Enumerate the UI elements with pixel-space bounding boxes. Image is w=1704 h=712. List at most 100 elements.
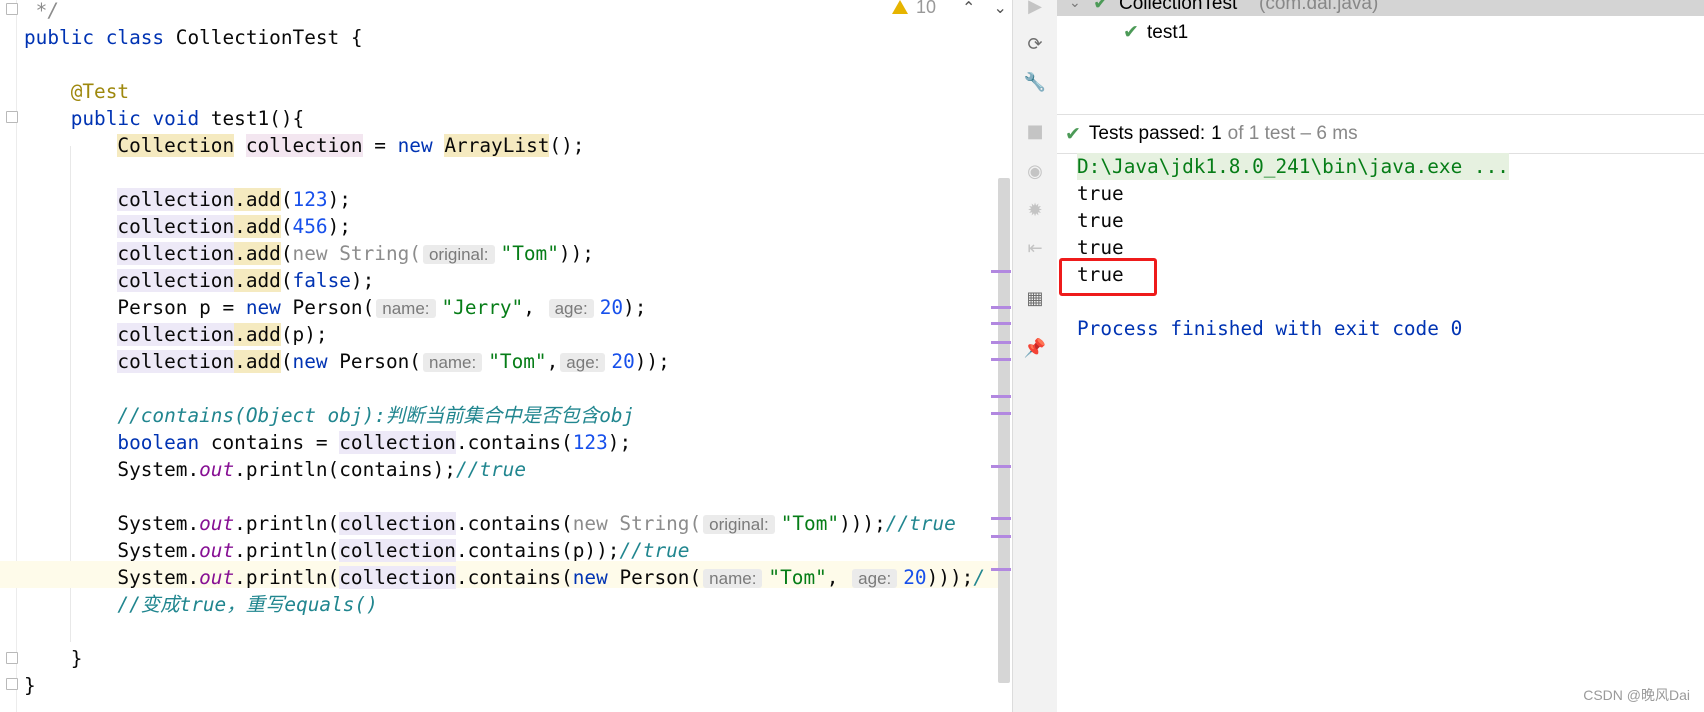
error-stripe-marker[interactable] xyxy=(991,517,1011,520)
code-line[interactable]: } xyxy=(24,672,36,699)
code-line[interactable]: Collection collection = new ArrayList(); xyxy=(24,132,584,159)
fold-marker[interactable] xyxy=(6,652,18,664)
code-token: new String( xyxy=(572,512,702,535)
check-icon: ✔ xyxy=(1123,21,1139,43)
code-line[interactable]: collection.add(false); xyxy=(24,267,374,294)
console-output-line: true xyxy=(1077,209,1124,232)
inspection-widget[interactable]: 10 ⌃ ⌄ xyxy=(892,0,1007,18)
code-line[interactable]: collection.add(new String(original: "Tom"… xyxy=(24,240,594,267)
fold-marker[interactable] xyxy=(6,3,18,15)
code-token: Person( xyxy=(607,566,702,589)
code-token: class xyxy=(105,26,165,49)
test-tree-root-row[interactable]: ⌄ ✔ CollectionTest (com.dai.java) xyxy=(1057,0,1704,16)
camera-icon[interactable]: ◉ xyxy=(1025,161,1045,182)
code-token: new xyxy=(245,296,281,319)
error-stripe-marker[interactable] xyxy=(991,306,1011,309)
rerun-icon[interactable]: ▶ xyxy=(1025,0,1045,17)
code-token: = xyxy=(362,134,398,157)
code-token: ( xyxy=(280,350,293,373)
code-token: "Tom" xyxy=(780,512,840,535)
test-status-bar: ✔ Tests passed: 1 of 1 test – 6 ms xyxy=(1057,114,1704,154)
code-token: //true xyxy=(619,539,690,562)
console-output[interactable]: D:\Java\jdk1.8.0_241\bin\java.exe ... tr… xyxy=(1057,153,1704,712)
code-line[interactable]: //contains(Object obj):判断当前集合中是否包含obj xyxy=(24,402,634,429)
code-token: 20 xyxy=(903,566,927,589)
settings-wrench-icon[interactable]: 🔧 xyxy=(1024,72,1046,93)
parameter-hint: name: xyxy=(376,299,436,318)
code-token: public xyxy=(70,107,141,130)
code-token: , xyxy=(546,350,559,373)
code-line[interactable]: System.out.println(collection.contains(p… xyxy=(24,537,689,564)
code-token: ); xyxy=(623,296,647,319)
code-token: //contains(Object obj):判断当前集合中是否包含obj xyxy=(117,404,635,427)
stop-icon[interactable]: ■ xyxy=(1025,121,1045,142)
error-stripe-marker[interactable] xyxy=(991,358,1011,361)
code-line[interactable]: Person p = new Person(name: "Jerry", age:… xyxy=(24,294,646,321)
code-token: .add xyxy=(234,350,281,373)
chevron-down-icon[interactable]: ⌄ xyxy=(993,0,1006,17)
code-token: boolean xyxy=(117,431,200,454)
check-icon: ✔ xyxy=(1093,0,1109,14)
code-line[interactable]: System.out.println(contains);//true xyxy=(24,456,526,483)
error-stripe-marker[interactable] xyxy=(991,412,1011,415)
fold-marker[interactable] xyxy=(6,111,18,123)
editor-scrollbar[interactable] xyxy=(998,178,1010,683)
code-token: 456 xyxy=(292,215,328,238)
status-count: 1 xyxy=(1211,123,1222,144)
code-line[interactable]: System.out.println(collection.contains(n… xyxy=(24,510,956,537)
code-token: new xyxy=(397,134,433,157)
code-line[interactable]: System.out.println(collection.contains(n… xyxy=(24,564,985,591)
code-token: collection xyxy=(339,431,456,454)
code-token: , xyxy=(523,296,547,319)
code-editor[interactable]: */public class CollectionTest { @Test pu… xyxy=(0,0,1012,712)
code-line[interactable]: collection.add(123); xyxy=(24,186,351,213)
fold-marker[interactable] xyxy=(6,678,18,690)
chevron-down-icon[interactable]: ⌄ xyxy=(1069,0,1081,11)
code-line[interactable]: } xyxy=(24,645,83,672)
code-token: ArrayList xyxy=(444,134,550,157)
console-command-line[interactable]: D:\Java\jdk1.8.0_241\bin\java.exe ... xyxy=(1077,153,1509,180)
code-token: ( xyxy=(280,242,293,265)
code-token: @Test xyxy=(70,80,130,103)
code-token: out xyxy=(199,539,235,562)
code-token: 20 xyxy=(599,296,624,319)
code-token: out xyxy=(199,566,235,589)
code-token: / xyxy=(973,566,985,589)
error-stripe-marker[interactable] xyxy=(991,322,1011,325)
code-token: Person( xyxy=(280,296,375,319)
toggle-auto-test-icon[interactable]: ⟳ xyxy=(1025,34,1045,55)
error-stripe-marker[interactable] xyxy=(991,535,1011,538)
code-line[interactable]: public class CollectionTest { xyxy=(24,24,363,51)
error-stripe-marker[interactable] xyxy=(991,395,1011,398)
pin-icon[interactable]: 📌 xyxy=(1024,338,1046,359)
check-icon: ✔ xyxy=(1065,123,1081,145)
code-token: .println( xyxy=(234,539,340,562)
code-line[interactable]: boolean contains = collection.contains(1… xyxy=(24,429,631,456)
error-stripe-marker[interactable] xyxy=(991,568,1011,571)
error-stripe-marker[interactable] xyxy=(991,341,1011,344)
import-tests-icon[interactable]: ⇤ xyxy=(1025,238,1045,259)
debug-disabled-icon[interactable]: ✹ xyxy=(1025,200,1045,221)
code-token: System. xyxy=(24,566,200,589)
chevron-up-icon[interactable]: ⌃ xyxy=(962,0,975,17)
layout-icon[interactable]: ▦ xyxy=(1025,288,1045,309)
code-line[interactable]: public void test1(){ xyxy=(24,105,305,132)
console-output-line: true xyxy=(1077,236,1124,259)
code-line[interactable]: */ xyxy=(24,0,59,24)
code-line[interactable]: collection.add(new Person(name: "Tom", age… xyxy=(24,348,670,375)
error-stripe-marker[interactable] xyxy=(991,465,1011,468)
code-token: } xyxy=(24,647,83,670)
code-line[interactable]: //变成true，重写equals() xyxy=(24,591,377,618)
error-stripe-marker[interactable] xyxy=(991,270,1011,273)
code-line[interactable]: collection.add(456); xyxy=(24,213,351,240)
code-line[interactable]: collection.add(p); xyxy=(24,321,328,348)
watermark: CSDN @晚风Dai xyxy=(1583,687,1690,703)
code-line[interactable]: @Test xyxy=(24,78,129,105)
code-token: collection xyxy=(117,242,235,265)
